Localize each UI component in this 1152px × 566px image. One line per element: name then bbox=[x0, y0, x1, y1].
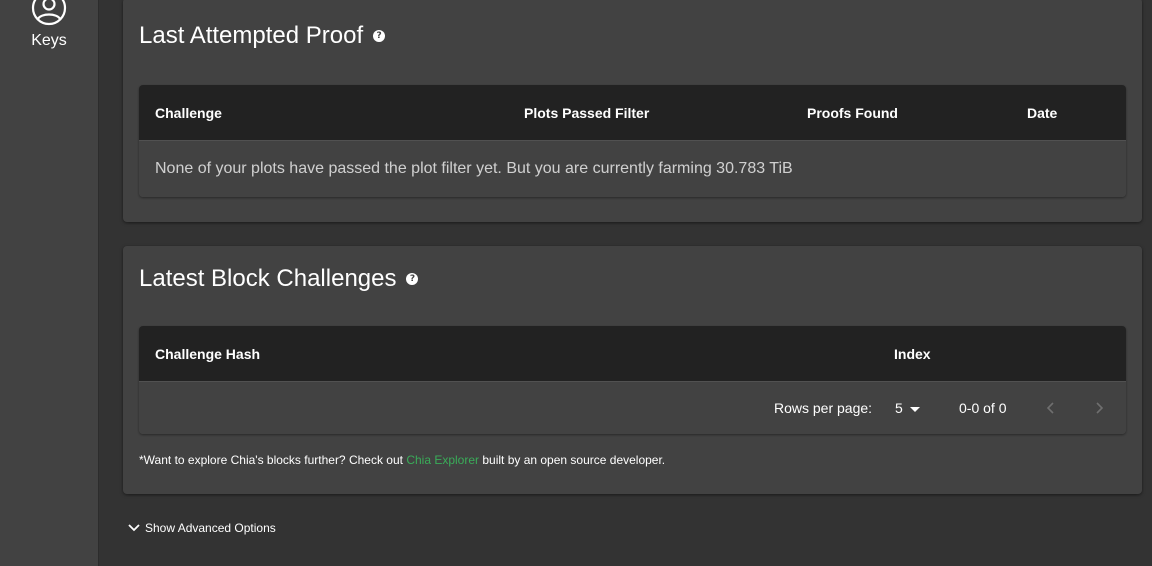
account-circle-icon bbox=[31, 0, 67, 26]
footnote-prefix: *Want to explore Chia's blocks further? … bbox=[139, 453, 407, 467]
chevron-left-icon bbox=[1046, 402, 1054, 414]
chia-explorer-link[interactable]: Chia Explorer bbox=[406, 453, 479, 467]
card-title: Last Attempted Proof bbox=[139, 22, 364, 49]
table-pagination: Rows per page: 5 0-0 of 0 bbox=[139, 382, 1126, 434]
help-icon[interactable]: ? bbox=[406, 273, 419, 285]
column-header-date: Date bbox=[1027, 105, 1058, 121]
show-advanced-options-label: Show Advanced Options bbox=[145, 521, 276, 535]
sidebar-item-keys[interactable]: Keys bbox=[0, 0, 98, 60]
latest-block-challenges-header: Latest Block Challenges ? bbox=[139, 265, 419, 293]
last-attempted-proof-header: Last Attempted Proof ? bbox=[139, 22, 386, 50]
rows-per-page-label: Rows per page: bbox=[774, 400, 873, 416]
rows-per-page-value: 5 bbox=[895, 400, 903, 416]
table-row: None of your plots have passed the plot … bbox=[139, 141, 1126, 197]
card-title: Latest Block Challenges bbox=[139, 265, 397, 292]
show-advanced-options-toggle[interactable]: Show Advanced Options bbox=[128, 521, 276, 535]
last-attempted-proof-table: Challenge Plots Passed Filter Proofs Fou… bbox=[139, 85, 1126, 197]
next-page-button[interactable] bbox=[1087, 396, 1111, 420]
previous-page-button[interactable] bbox=[1039, 396, 1063, 420]
column-header-challenge: Challenge bbox=[155, 105, 222, 121]
explorer-footnote: *Want to explore Chia's blocks further? … bbox=[139, 453, 665, 467]
pagination-range: 0-0 of 0 bbox=[959, 400, 1007, 416]
rows-per-page-select[interactable]: 5 bbox=[895, 382, 920, 434]
column-header-proofs-found: Proofs Found bbox=[807, 105, 898, 121]
table-header: Challenge Hash Index bbox=[139, 326, 1126, 382]
column-header-challenge-hash: Challenge Hash bbox=[155, 346, 261, 362]
sidebar-item-label: Keys bbox=[31, 32, 67, 49]
chevron-down-icon bbox=[128, 524, 140, 532]
empty-state-message: None of your plots have passed the plot … bbox=[155, 160, 793, 177]
column-header-index: Index bbox=[894, 346, 931, 362]
column-header-plots-passed-filter: Plots Passed Filter bbox=[524, 105, 650, 121]
chevron-right-icon bbox=[1096, 402, 1104, 414]
sidebar: Keys bbox=[0, 0, 99, 566]
help-icon[interactable]: ? bbox=[373, 30, 386, 42]
table-header: Challenge Plots Passed Filter Proofs Fou… bbox=[139, 85, 1126, 141]
latest-block-challenges-table: Challenge Hash Index Rows per page: 5 0-… bbox=[139, 326, 1126, 434]
footnote-suffix: built by an open source developer. bbox=[479, 453, 666, 467]
caret-down-icon bbox=[909, 406, 920, 412]
last-attempted-proof-card: Last Attempted Proof ? Challenge Plots P… bbox=[123, 0, 1142, 222]
latest-block-challenges-card: Latest Block Challenges ? Challenge Hash… bbox=[123, 246, 1142, 494]
